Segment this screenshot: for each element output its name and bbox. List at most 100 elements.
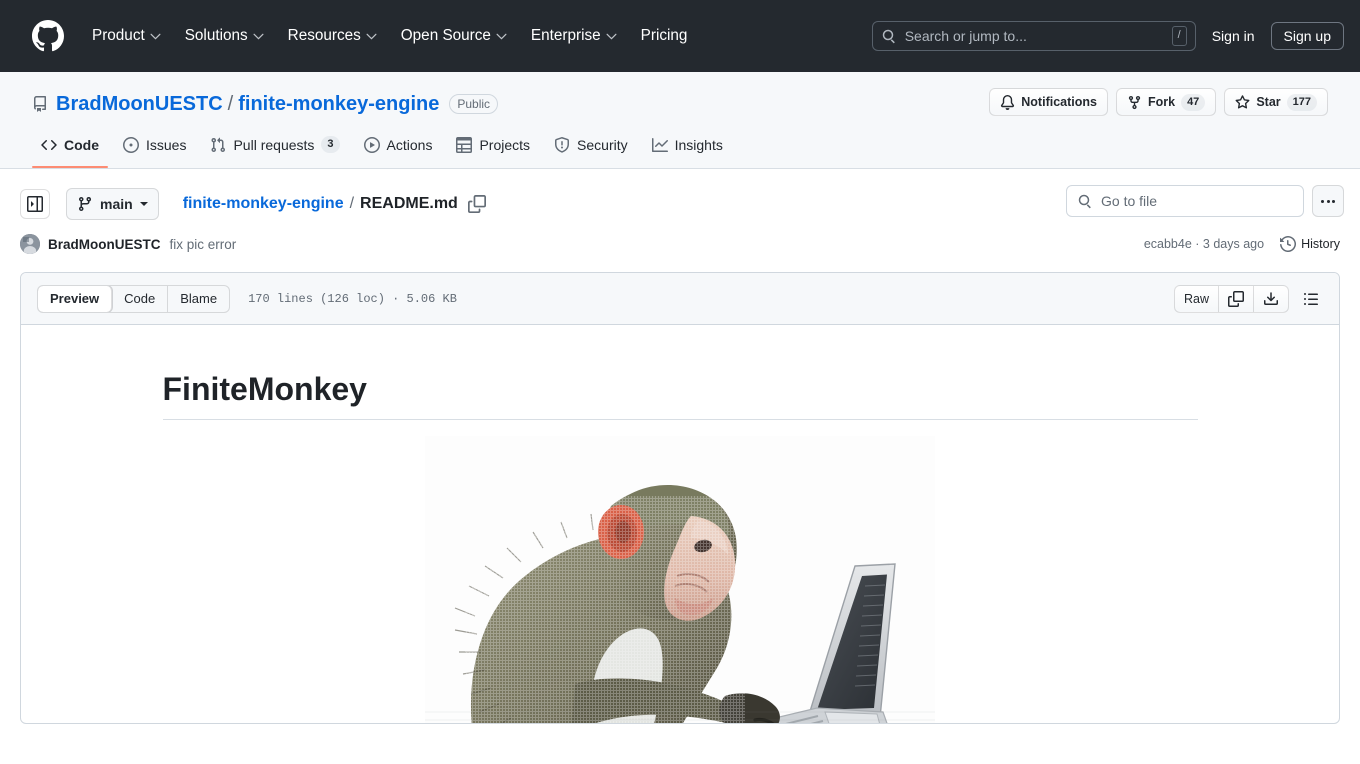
tab-label: Security [577,137,628,153]
tab-label: Projects [479,137,531,153]
tab-issues[interactable]: Issues [114,130,195,160]
nav-item-pricing[interactable]: Pricing [629,19,700,53]
nav-item-product[interactable]: Product [80,19,173,53]
breadcrumb-root-link[interactable]: finite-monkey-engine [183,195,344,213]
repo-name-link[interactable]: finite-monkey-engine [238,93,439,116]
repo-owner-link[interactable]: BradMoonUESTC [56,93,223,116]
chevron-down-icon [366,33,377,40]
global-header: Product Solutions Resources Open Source … [0,0,1360,72]
branch-name: main [100,195,133,212]
tab-code[interactable]: Code [32,130,108,168]
global-nav: Product Solutions Resources Open Source … [80,19,699,53]
nav-item-open-source[interactable]: Open Source [389,19,519,53]
file-toolbar: Preview Code Blame 170 lines (126 loc) ·… [21,273,1339,325]
nav-item-resources[interactable]: Resources [276,19,389,53]
halftone-texture [465,496,745,723]
nav-item-label: Product [92,27,145,44]
tab-label: Pull requests [233,136,315,153]
commit-sha-separator: · [1195,237,1200,251]
notifications-button[interactable]: Notifications [989,88,1108,116]
pull-requests-count: 3 [321,136,340,153]
commit-author-link[interactable]: BradMoonUESTC [48,237,161,252]
latest-commit-row: BradMoonUESTC fix pic error ecabb4e · 3 … [0,222,1360,266]
history-label: History [1301,237,1340,251]
avatar[interactable] [20,234,40,254]
nav-item-label: Open Source [400,27,491,44]
breadcrumb-current-file: README.md [360,194,458,212]
download-button[interactable] [1254,286,1288,312]
star-icon [1235,94,1250,109]
issue-opened-icon [123,137,139,153]
table-icon [456,137,473,153]
tab-projects[interactable]: Projects [447,130,539,160]
raw-actions-group: Raw [1173,285,1289,313]
search-icon [882,29,895,44]
outline-button[interactable] [1297,285,1325,313]
commit-sha-link[interactable]: ecabb4e [1144,237,1192,251]
raw-button[interactable]: Raw [1175,286,1219,312]
copy-raw-button[interactable] [1219,286,1254,312]
tab-preview[interactable]: Preview [38,285,113,312]
star-label: Star [1256,95,1281,109]
commit-meta: ecabb4e · 3 days ago History [1144,222,1340,266]
graph-icon [651,138,668,152]
history-link[interactable]: History [1280,236,1340,252]
search-icon [1078,194,1091,209]
file-content-box: Preview Code Blame 170 lines (126 loc) ·… [20,272,1340,724]
sidebar-toggle-button[interactable] [20,188,50,219]
kebab-dot [1321,199,1324,203]
kebab-dot [1326,199,1330,203]
kebab-dot [1332,199,1335,203]
sign-in-button[interactable]: Sign in [1196,22,1271,50]
repo-visibility-badge: Public [449,94,499,114]
nav-item-enterprise[interactable]: Enterprise [519,19,629,53]
nav-item-label: Enterprise [530,27,601,44]
readme-heading: FiniteMonkey [162,369,1198,420]
star-count: 177 [1286,93,1317,111]
repo-actions: Notifications Fork 47 Star 177 [989,88,1328,116]
github-mark-icon[interactable] [32,20,64,52]
breadcrumb: finite-monkey-engine / README.md [183,194,486,213]
fork-count: 47 [1181,93,1206,111]
tab-insights[interactable]: Insights [643,130,732,160]
nav-item-solutions[interactable]: Solutions [173,19,276,53]
tab-label: Actions [386,137,433,153]
sidebar-expand-icon [27,195,43,212]
tab-label: Code [64,137,99,153]
chevron-down-icon [496,33,507,40]
repo-separator: / [227,92,234,115]
sign-up-button[interactable]: Sign up [1270,22,1344,50]
star-button[interactable]: Star 177 [1224,88,1328,116]
search-input[interactable]: Search or jump to... / [871,21,1196,51]
tab-security[interactable]: Security [545,130,637,160]
readme-figure [163,436,1198,723]
tab-actions[interactable]: Actions [355,130,442,160]
breadcrumb-separator: / [349,194,355,212]
tab-label: Insights [674,137,723,153]
branch-selector[interactable]: main [66,187,159,220]
tab-code-view[interactable]: Code [112,285,169,312]
search-shortcut-badge: / [1171,26,1187,46]
list-unordered-icon [1304,293,1318,305]
commit-relative-time: 3 days ago [1202,237,1265,251]
repo-header: BradMoonUESTC / finite-monkey-engine Pub… [0,72,1360,169]
repo-icon [34,96,46,112]
bell-icon [1001,94,1015,110]
file-meta-info: 170 lines (126 loc) · 5.06 KB [248,291,457,306]
chevron-down-icon [606,33,617,40]
copy-icon[interactable] [467,194,486,213]
tab-blame[interactable]: Blame [168,286,229,312]
fork-label: Fork [1147,95,1176,109]
chevron-down-icon [253,33,264,40]
commit-sha-and-time: ecabb4e · 3 days ago [1144,237,1264,251]
repo-forked-icon [1128,95,1141,109]
tab-pull-requests[interactable]: Pull requests 3 [201,129,348,160]
commit-message-link[interactable]: fix pic error [170,237,237,252]
fork-button[interactable]: Fork 47 [1115,88,1217,116]
repo-tabs: Code Issues Pull requests 3 Actions Proj… [32,126,1328,168]
more-options-button[interactable] [1312,185,1344,217]
go-to-file-placeholder: Go to file [1101,193,1158,209]
file-nav-right: Go to file [1066,185,1344,217]
go-to-file-input[interactable]: Go to file [1066,185,1304,217]
nav-item-label: Resources [287,27,361,44]
